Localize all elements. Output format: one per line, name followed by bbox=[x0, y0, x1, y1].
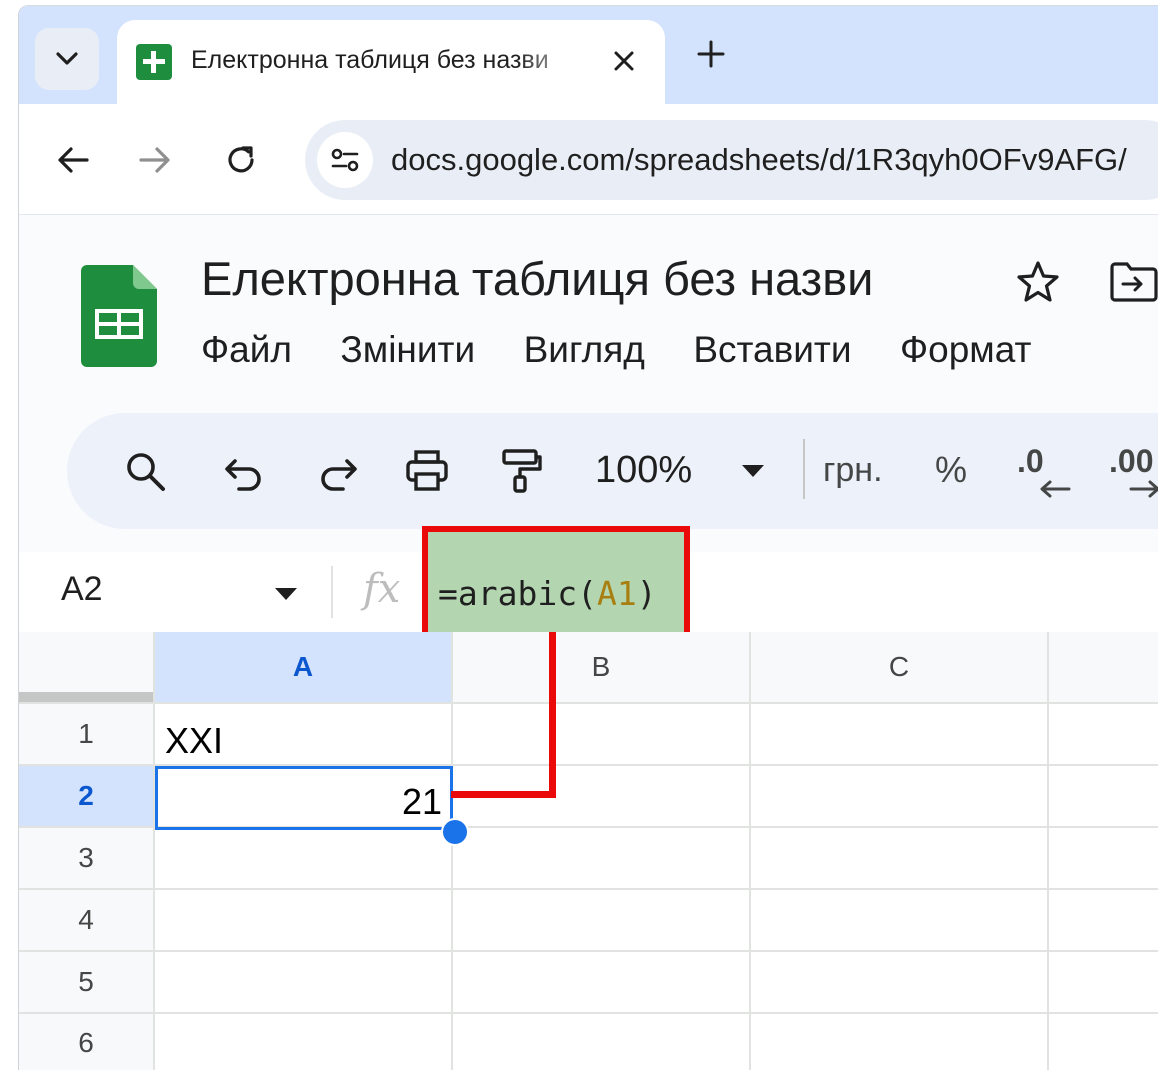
search-icon[interactable] bbox=[121, 447, 169, 495]
fx-icon: fx bbox=[363, 566, 401, 612]
sheets-favicon-icon bbox=[136, 44, 172, 80]
annotation-connector-horizontal bbox=[451, 791, 556, 798]
tab-strip: Електронна таблиця без назви bbox=[19, 6, 1158, 104]
undo-icon[interactable] bbox=[221, 447, 269, 495]
tab-title: Електронна таблиця без назви bbox=[191, 46, 549, 74]
paint-format-icon[interactable] bbox=[497, 447, 545, 495]
chevron-down-icon bbox=[56, 52, 78, 65]
decrease-decimal-label: .0 bbox=[1017, 443, 1044, 479]
caret-down-icon[interactable] bbox=[739, 461, 767, 481]
grid-line bbox=[1047, 632, 1049, 1070]
grid-line bbox=[19, 950, 1158, 952]
grid-line bbox=[451, 632, 453, 1070]
document-title[interactable]: Електронна таблиця без назви bbox=[201, 251, 873, 306]
grid-line bbox=[19, 888, 1158, 890]
grid-line bbox=[749, 632, 751, 1070]
formula-input[interactable]: =arabic(A1) bbox=[422, 526, 690, 638]
percent-format-button[interactable]: % bbox=[935, 449, 967, 491]
row-header-5[interactable]: 5 bbox=[19, 952, 153, 1012]
row-header-2[interactable]: 2 bbox=[19, 766, 153, 826]
currency-format-button[interactable]: грн. bbox=[823, 451, 883, 490]
annotation-connector-vertical bbox=[549, 632, 556, 798]
url-text: docs.google.com/spreadsheets/d/1R3qyh0OF… bbox=[391, 142, 1127, 177]
formula-suffix: ) bbox=[636, 574, 657, 613]
address-bar[interactable]: docs.google.com/spreadsheets/d/1R3qyh0OF… bbox=[305, 120, 1158, 200]
formula-prefix: =arabic( bbox=[438, 574, 597, 613]
move-folder-icon[interactable] bbox=[1109, 261, 1158, 303]
redo-icon[interactable] bbox=[313, 447, 361, 495]
cell-a2-value: 21 bbox=[401, 781, 442, 822]
menu-bar: Файл Змінити Вигляд Вставити Формат bbox=[201, 329, 1075, 373]
arrow-right-icon bbox=[1129, 480, 1158, 498]
spreadsheet-grid: A B C 1 2 3 4 5 6 XXI 21 bbox=[19, 632, 1158, 1070]
back-arrow-icon[interactable] bbox=[53, 140, 93, 180]
browser-toolbar: docs.google.com/spreadsheets/d/1R3qyh0OF… bbox=[19, 104, 1158, 214]
row-header-4[interactable]: 4 bbox=[19, 890, 153, 950]
grid-line bbox=[19, 702, 1158, 704]
close-icon[interactable] bbox=[609, 46, 639, 76]
formula-text: =arabic(A1) bbox=[438, 574, 657, 613]
browser-window: Електронна таблиця без назви docs.google… bbox=[18, 5, 1158, 1070]
increase-decimal-label: .00 bbox=[1109, 443, 1154, 479]
new-tab-plus-icon[interactable] bbox=[695, 38, 727, 70]
forward-arrow-icon[interactable] bbox=[135, 140, 175, 180]
cell-a2-selected[interactable]: 21 bbox=[155, 766, 453, 830]
site-info-button[interactable] bbox=[317, 132, 373, 188]
caret-down-icon[interactable] bbox=[273, 586, 299, 602]
print-icon[interactable] bbox=[403, 447, 451, 495]
column-header-b[interactable]: B bbox=[453, 632, 749, 702]
sheets-header: Електронна таблиця без назви Файл Змінит… bbox=[19, 214, 1158, 553]
browser-tab-active[interactable]: Електронна таблиця без назви bbox=[117, 20, 665, 104]
menu-format[interactable]: Формат bbox=[900, 329, 1031, 371]
row-header-6[interactable]: 6 bbox=[19, 1014, 153, 1070]
select-all-corner[interactable] bbox=[19, 632, 153, 702]
increase-decimal-button[interactable]: .00 bbox=[1109, 439, 1158, 503]
fill-handle[interactable] bbox=[441, 818, 469, 846]
decrease-decimal-button[interactable]: .0 bbox=[1017, 439, 1073, 503]
tune-icon bbox=[331, 148, 359, 172]
grid-line bbox=[19, 1012, 1158, 1014]
column-header-a[interactable]: A bbox=[155, 632, 451, 702]
grid-line bbox=[153, 632, 155, 1070]
menu-insert[interactable]: Вставити bbox=[693, 329, 851, 371]
menu-view[interactable]: Вигляд bbox=[524, 329, 645, 371]
sheets-logo-icon[interactable] bbox=[81, 265, 157, 367]
star-icon[interactable] bbox=[1015, 259, 1061, 305]
menu-edit[interactable]: Змінити bbox=[340, 329, 475, 371]
arrow-left-icon bbox=[1040, 480, 1071, 498]
cell-a1[interactable]: XXI bbox=[165, 720, 223, 762]
formula-bar: A2 fx =arabic(A1) bbox=[19, 526, 1158, 638]
column-header-c[interactable]: C bbox=[751, 632, 1047, 702]
zoom-select[interactable]: 100% bbox=[595, 449, 692, 492]
tab-search-button[interactable] bbox=[35, 28, 99, 90]
toolbar-divider bbox=[803, 439, 805, 499]
format-toolbar: 100% грн. % .0 .00 bbox=[67, 413, 1158, 529]
row-header-3[interactable]: 3 bbox=[19, 828, 153, 888]
formula-bar-divider bbox=[331, 566, 333, 618]
column-header-d[interactable] bbox=[1049, 632, 1158, 702]
reload-icon[interactable] bbox=[221, 140, 261, 180]
name-box[interactable]: A2 bbox=[61, 570, 103, 609]
menu-file[interactable]: Файл bbox=[201, 329, 292, 371]
formula-reference: A1 bbox=[596, 574, 637, 613]
row-header-1[interactable]: 1 bbox=[19, 704, 153, 764]
